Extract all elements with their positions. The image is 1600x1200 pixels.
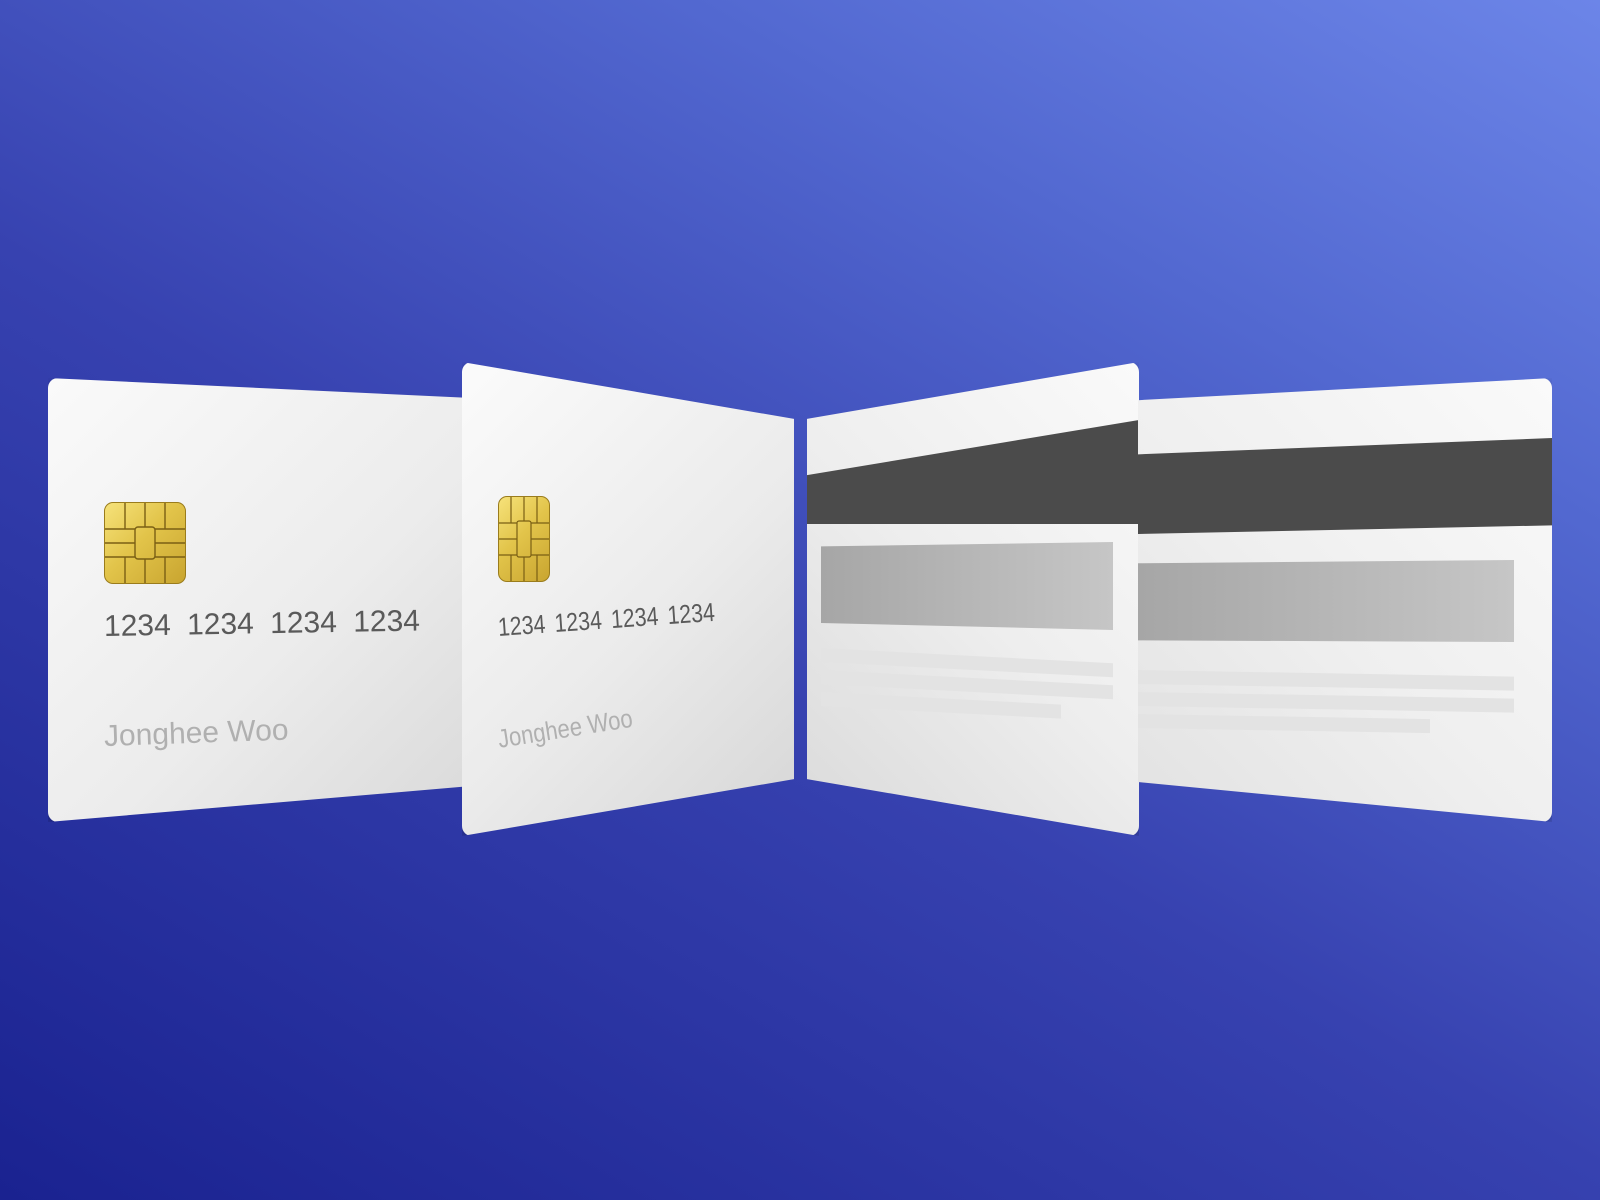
card-number: 1234 1234 1234 1234 — [103, 604, 421, 643]
cardholder-name: Jonghee Woo — [495, 702, 635, 754]
card-back-left — [807, 362, 1139, 836]
text-placeholder-line — [1138, 670, 1514, 691]
magnetic-stripe — [1138, 438, 1552, 534]
card-number: 1234 1234 1234 1234 — [496, 596, 716, 642]
magnetic-stripe — [807, 420, 1139, 524]
cardholder-name: Jonghee Woo — [103, 713, 290, 753]
text-placeholder-line — [821, 692, 1061, 719]
card-mockup-scene: 1234 1234 1234 1234 Jonghee Woo 1234 123… — [0, 0, 1600, 1200]
emv-chip-icon — [104, 502, 186, 584]
card-front-right: 1234 1234 1234 1234 Jonghee Woo — [462, 362, 794, 836]
text-placeholder-line — [1138, 714, 1430, 734]
card-front-left: 1234 1234 1234 1234 Jonghee Woo — [48, 378, 518, 822]
text-placeholder-line — [1138, 692, 1514, 713]
emv-chip-icon — [498, 496, 550, 582]
signature-panel — [1138, 560, 1514, 642]
card-back-right — [1138, 378, 1552, 822]
signature-panel — [821, 542, 1113, 630]
